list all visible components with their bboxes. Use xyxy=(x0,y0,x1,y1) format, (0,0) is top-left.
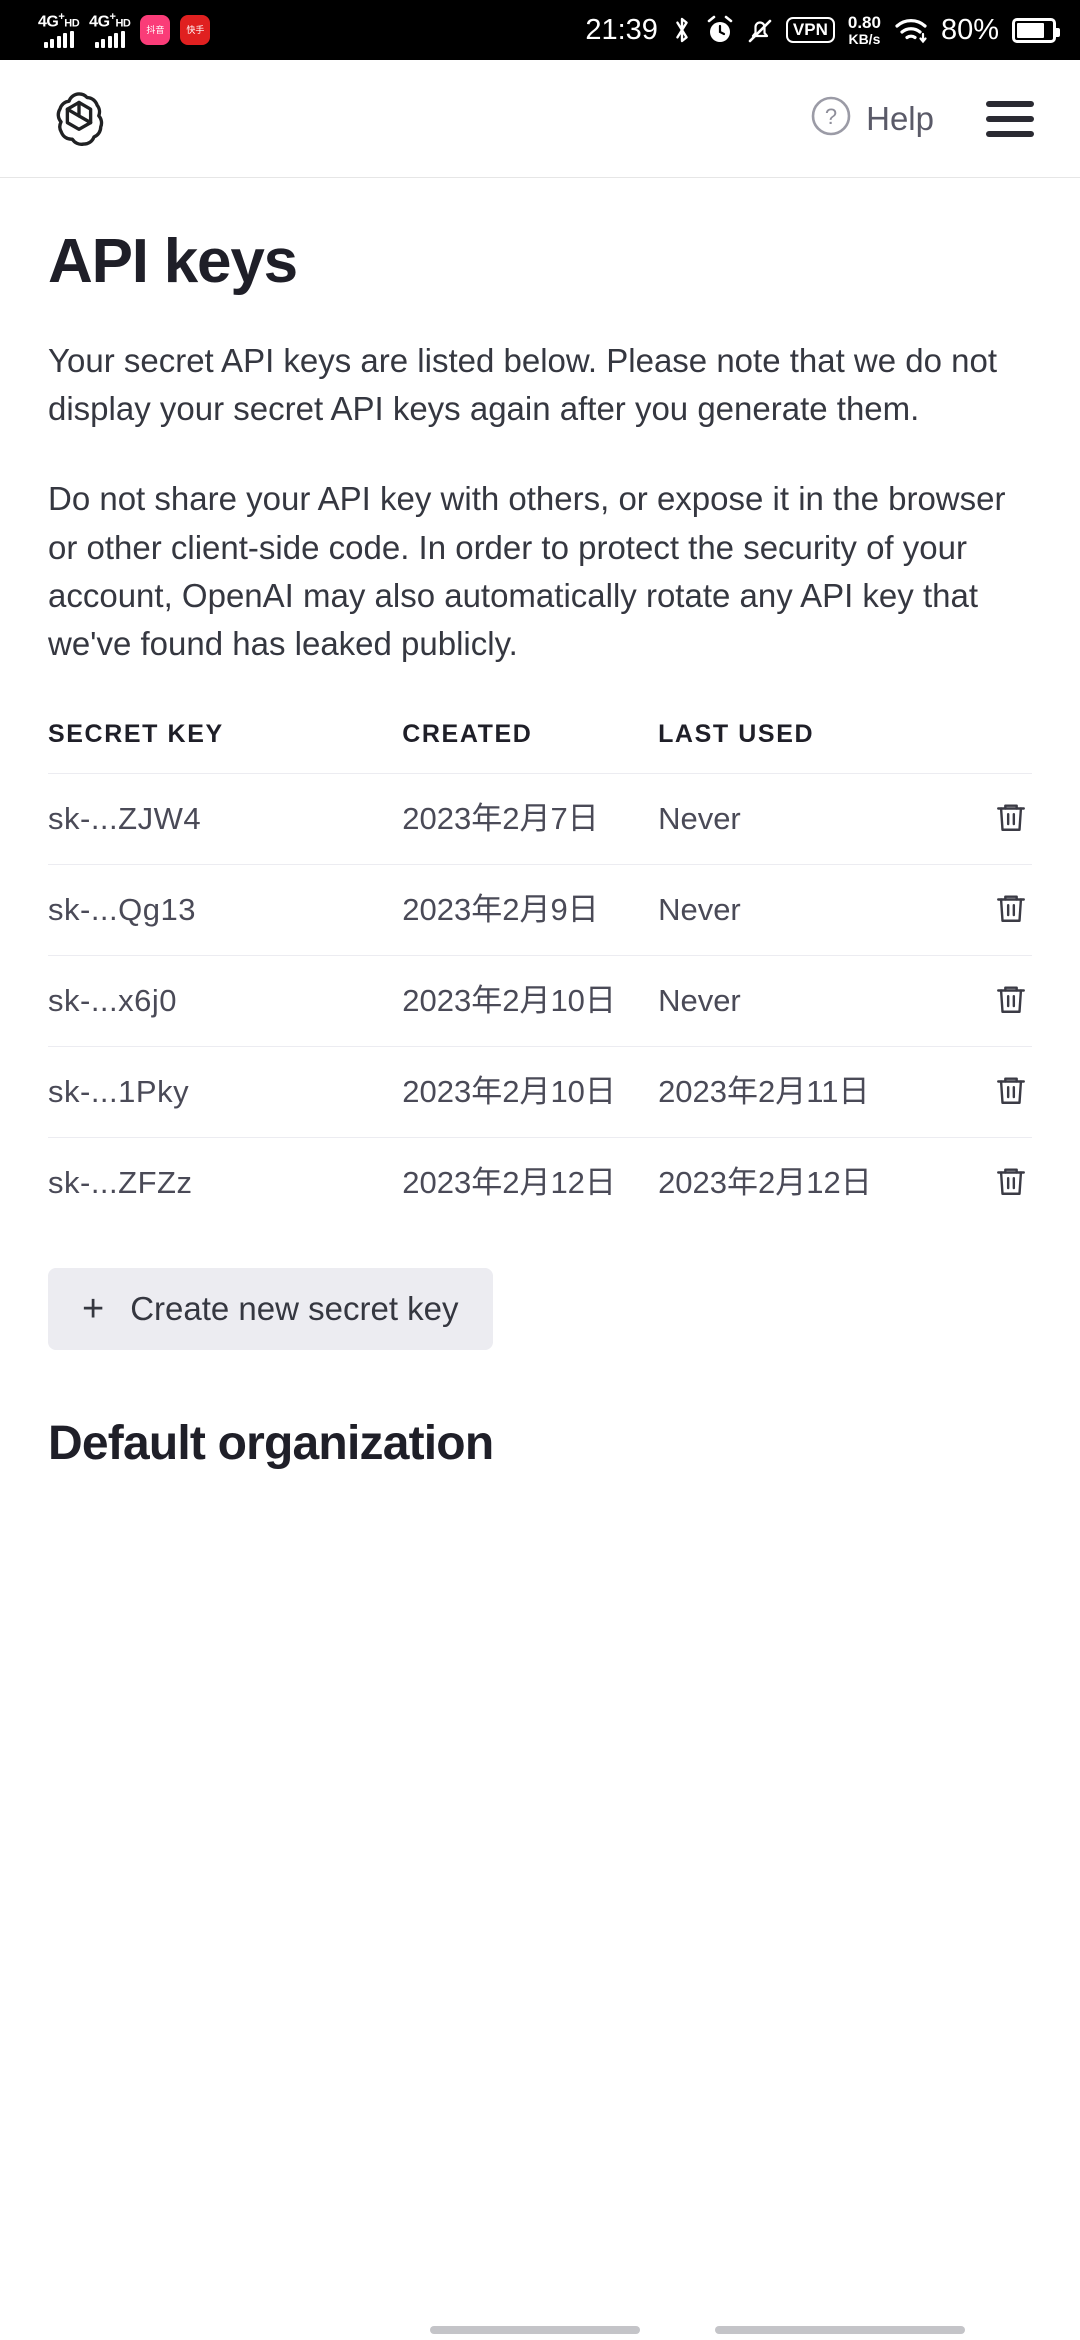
openai-logo[interactable] xyxy=(48,88,110,150)
default-organization-heading: Default organization xyxy=(48,1417,494,1471)
secret-key-value: sk-...1Pky xyxy=(48,1074,190,1110)
delete-key-button[interactable] xyxy=(990,796,1032,841)
created-date: 2023年2月10日 xyxy=(402,1073,616,1109)
battery-percentage-label: 80% xyxy=(940,13,999,46)
last-used-date: 2023年2月11日 xyxy=(658,1073,870,1109)
help-label: Help xyxy=(866,99,934,137)
network-speed-value: 0.80 xyxy=(847,12,881,32)
scroll-indicator-left[interactable] xyxy=(430,2326,640,2334)
delete-key-button[interactable] xyxy=(990,1069,1032,1114)
last-used-date: 2023年2月12日 xyxy=(658,1164,872,1200)
table-row: sk-...Qg13 2023年2月9日 Never xyxy=(48,864,1032,956)
create-new-secret-key-button[interactable]: + Create new secret key xyxy=(48,1268,493,1351)
network-speed-indicator: 0.80 KB/s xyxy=(847,12,881,47)
delete-key-button[interactable] xyxy=(990,978,1032,1023)
table-row-actions xyxy=(934,956,1032,1047)
api-keys-table-body: sk-...ZJW4 2023年2月7日 Never sk-...Qg13 20… xyxy=(48,773,1032,1229)
secret-key-value: sk-...Qg13 xyxy=(48,892,196,928)
secret-key-value: sk-...x6j0 xyxy=(48,983,178,1019)
status-bar-left-group: 4G+HD 4G+HD 抖音 快手 xyxy=(0,11,211,48)
alarm-icon xyxy=(706,15,734,45)
header-right-group: ? Help xyxy=(810,95,1034,142)
created-date: 2023年2月9日 xyxy=(402,891,599,927)
table-row-actions xyxy=(934,865,1032,956)
android-status-bar: 4G+HD 4G+HD 抖音 快手 21:39 VPN 0.80 KB/s 80… xyxy=(0,0,1080,60)
main-content: API keys Your secret API keys are listed… xyxy=(0,226,1080,1471)
table-row-actions xyxy=(934,1047,1032,1138)
delete-key-button[interactable] xyxy=(990,887,1032,932)
api-keys-table-header: SECRET KEY CREATED LAST USED xyxy=(48,720,1032,774)
sim1-signal-indicator: 4G+HD xyxy=(38,11,80,48)
table-header-row: SECRET KEY CREATED LAST USED xyxy=(48,720,1032,774)
secret-key-value: sk-...ZFZz xyxy=(48,1165,193,1201)
last-used-date: Never xyxy=(658,800,741,836)
sim1-network-type: 4G+HD xyxy=(38,11,80,31)
secret-key-value: sk-...ZJW4 xyxy=(48,801,202,837)
column-header-secret-key: SECRET KEY xyxy=(48,720,224,749)
column-header-actions xyxy=(934,720,1032,774)
table-row-actions xyxy=(934,774,1032,865)
sim2-network-type: 4G+HD xyxy=(89,11,131,31)
trash-icon xyxy=(994,891,1028,928)
created-date: 2023年2月7日 xyxy=(402,800,599,836)
bluetooth-icon xyxy=(671,15,693,45)
last-used-date: Never xyxy=(658,891,741,927)
trash-icon xyxy=(994,982,1028,1019)
vpn-indicator: VPN xyxy=(785,17,835,43)
create-new-secret-key-label: Create new secret key xyxy=(130,1290,459,1328)
table-row: sk-...1Pky 2023年2月10日 2023年2月11日 xyxy=(48,1046,1032,1138)
sim1-signal-bars xyxy=(43,30,74,48)
trash-icon xyxy=(994,1164,1028,1201)
sim2-signal-indicator: 4G+HD xyxy=(89,11,131,48)
status-bar-clock: 21:39 xyxy=(585,13,658,46)
intro-paragraph-2: Do not share your API key with others, o… xyxy=(48,480,1006,662)
battery-icon xyxy=(1012,17,1060,43)
column-header-last-used: LAST USED xyxy=(658,720,815,749)
sim2-signal-bars xyxy=(94,30,125,48)
plus-icon: + xyxy=(82,1288,105,1331)
table-row: sk-...x6j0 2023年2月10日 Never xyxy=(48,955,1032,1047)
column-header-created: CREATED xyxy=(402,720,533,749)
table-row: sk-...ZFZz 2023年2月12日 2023年2月12日 xyxy=(48,1137,1032,1229)
intro-paragraph-1: Your secret API keys are listed below. P… xyxy=(48,342,998,428)
notifications-silenced-icon xyxy=(747,15,773,45)
status-bar-right-group: 21:39 VPN 0.80 KB/s 80% xyxy=(585,0,1060,60)
table-row: sk-...ZJW4 2023年2月7日 Never xyxy=(48,773,1032,865)
hamburger-menu-icon[interactable] xyxy=(986,100,1034,137)
created-date: 2023年2月10日 xyxy=(402,982,616,1018)
bottom-scroll-area xyxy=(0,2326,1080,2340)
app-header: ? Help xyxy=(0,60,1080,178)
notification-app-icon-kuaishou: 快手 xyxy=(180,14,211,45)
notification-app-icon-douyin: 抖音 xyxy=(140,14,171,45)
created-date: 2023年2月12日 xyxy=(402,1164,616,1200)
page-title: API keys xyxy=(48,227,298,296)
last-used-date: Never xyxy=(658,982,741,1018)
trash-icon xyxy=(994,800,1028,837)
svg-text:?: ? xyxy=(825,104,837,129)
table-row-actions xyxy=(934,1138,1032,1229)
trash-icon xyxy=(994,1073,1028,1110)
scroll-indicator-right[interactable] xyxy=(715,2326,965,2334)
question-circle-icon: ? xyxy=(810,95,852,142)
help-button[interactable]: ? Help xyxy=(810,95,934,142)
api-keys-table: SECRET KEY CREATED LAST USED sk-...ZJW4 … xyxy=(48,720,1032,1228)
network-speed-unit: KB/s xyxy=(848,30,881,47)
wifi-icon xyxy=(894,15,928,45)
delete-key-button[interactable] xyxy=(990,1160,1032,1205)
